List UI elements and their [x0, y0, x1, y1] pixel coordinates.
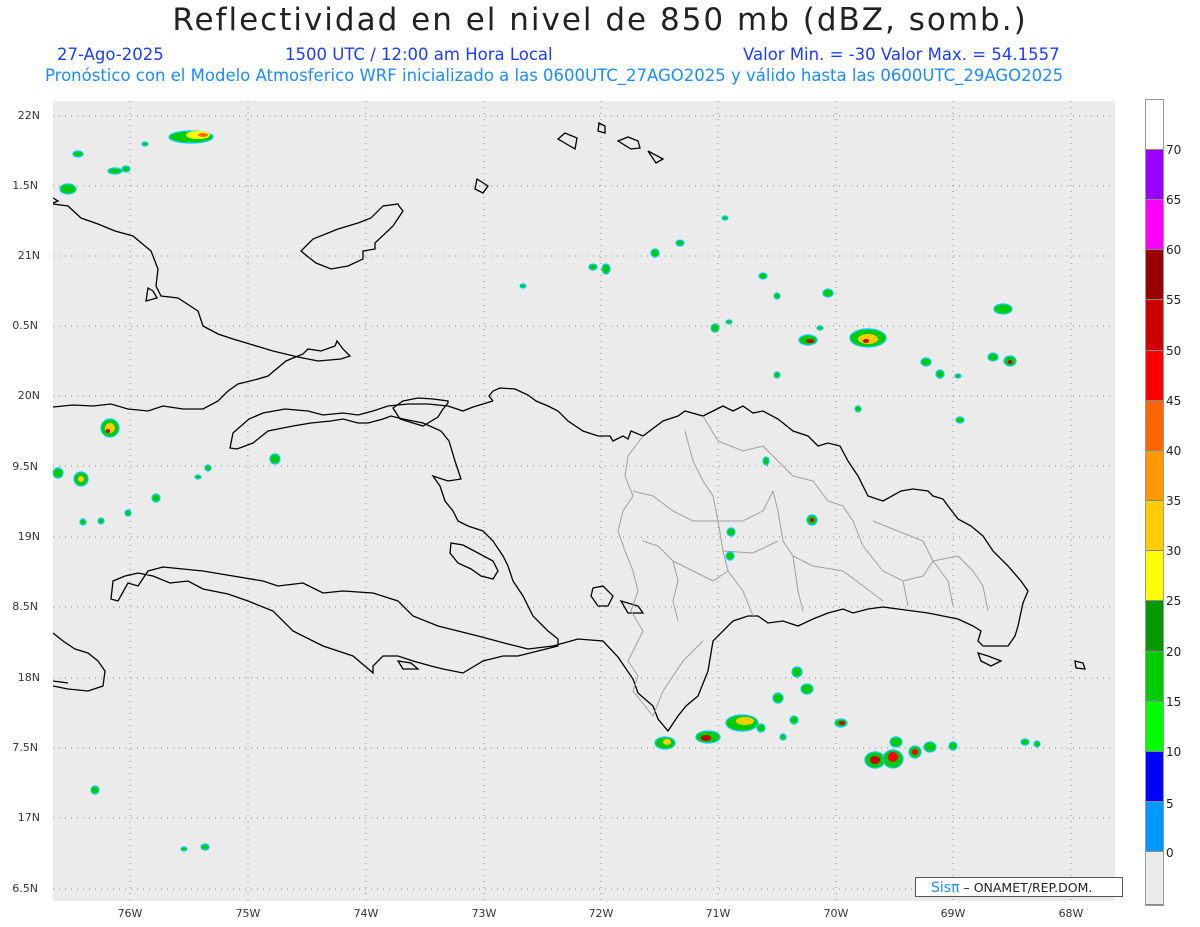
colorbar-label: 60	[1166, 243, 1182, 257]
lon-label: 74W	[353, 907, 379, 920]
colorbar-label: 70	[1166, 143, 1182, 157]
colorbar-segment	[1146, 451, 1163, 501]
lat-label: 20N	[17, 389, 40, 402]
lat-label: 0.5N	[12, 319, 38, 332]
credit-box: Sisπ – ONAMET/REP.DOM.	[915, 877, 1123, 897]
colorbar-segment	[1146, 401, 1163, 451]
colorbar-segment	[1146, 802, 1163, 852]
colorbar-label: 45	[1166, 394, 1182, 408]
colorbar-segment	[1146, 652, 1163, 702]
map-panel	[53, 101, 1115, 901]
colorbar-segment	[1146, 150, 1163, 200]
colorbar-segment	[1146, 300, 1163, 351]
reflectivity-cells	[53, 130, 1041, 852]
colorbar-segment	[1146, 852, 1163, 905]
coastlines	[53, 122, 1086, 733]
colorbar-segment	[1146, 200, 1163, 250]
lat-label: 21N	[17, 249, 40, 262]
lat-label: 17N	[17, 811, 40, 824]
lat-label: 8.5N	[12, 600, 38, 613]
valid-date: 27-Ago-2025	[57, 45, 164, 64]
credit-text: – ONAMET/REP.DOM.	[959, 880, 1093, 895]
graticule	[53, 101, 1115, 901]
valid-time: 1500 UTC / 12:00 am Hora Local	[285, 45, 553, 64]
colorbar-segment	[1146, 551, 1163, 601]
colorbar-label: 55	[1166, 293, 1182, 307]
lat-label: 6.5N	[12, 882, 38, 895]
colorbar-label: 35	[1166, 494, 1182, 508]
lon-label: 73W	[471, 907, 497, 920]
province-borders	[617, 415, 989, 717]
colorbar-label: 15	[1166, 695, 1182, 709]
colorbar-segment	[1146, 501, 1163, 551]
colorbar-label: 50	[1166, 344, 1182, 358]
colorbar-segment	[1146, 250, 1163, 300]
lon-label: 76W	[117, 907, 143, 920]
colorbar-label: 30	[1166, 544, 1182, 558]
colorbar-label: 65	[1166, 193, 1182, 207]
lat-label: 22N	[17, 109, 40, 122]
lon-label: 70W	[823, 907, 849, 920]
colorbar-label: 10	[1166, 745, 1182, 759]
lat-label: 18N	[17, 671, 40, 684]
lat-label: 1.5N	[12, 179, 38, 192]
lon-label: 69W	[940, 907, 966, 920]
lat-label: 9.5N	[12, 460, 38, 473]
colorbar-segment	[1146, 351, 1163, 401]
lat-label: 7.5N	[12, 741, 38, 754]
model-subtitle: Pronóstico con el Modelo Atmosferico WRF…	[45, 66, 1064, 85]
colorbar-segment	[1146, 100, 1163, 150]
map-canvas	[53, 101, 1115, 901]
colorbar-label: 25	[1166, 594, 1182, 608]
colorbar-label: 5	[1166, 797, 1174, 811]
lon-label: 68W	[1058, 907, 1084, 920]
colorbar-label: 20	[1166, 645, 1182, 659]
colorbar-segment	[1146, 702, 1163, 752]
map-title: Reflectividad en el nivel de 850 mb (dBZ…	[172, 2, 1028, 38]
lon-label: 72W	[588, 907, 614, 920]
colorbar-segment	[1146, 752, 1163, 802]
credit-brand: Sisπ	[931, 880, 960, 896]
min-max-values: Valor Min. = -30 Valor Max. = 54.1557	[743, 45, 1060, 64]
lon-label: 71W	[705, 907, 731, 920]
colorbar	[1145, 99, 1164, 906]
colorbar-label: 40	[1166, 444, 1182, 458]
colorbar-label: 0	[1166, 846, 1174, 860]
lon-label: 75W	[235, 907, 261, 920]
lat-label: 19N	[17, 530, 40, 543]
colorbar-segment	[1146, 601, 1163, 652]
